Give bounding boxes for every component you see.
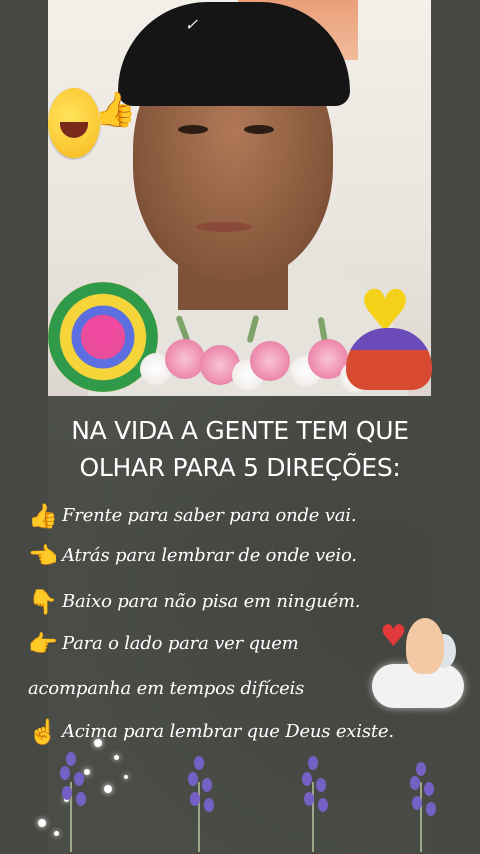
pointing-down-icon: 👇 — [28, 588, 58, 616]
lavender-icon — [48, 752, 94, 852]
post-heading: NA VIDA A GENTE TEM QUE OLHAR PARA 5 DIR… — [20, 412, 460, 486]
cupid-sticker-icon: ♥ — [372, 612, 464, 712]
heading-line-1: NA VIDA A GENTE TEM QUE — [71, 416, 409, 445]
lavender-icon — [398, 752, 444, 852]
item-text: Para o lado para ver quem — [62, 633, 299, 654]
left-eye — [178, 125, 208, 134]
heading-line-2: OLHAR PARA 5 DIREÇÕES: — [79, 453, 401, 482]
mouth — [196, 222, 252, 232]
pointing-left-icon: 👈 — [28, 542, 58, 570]
item-text: Baixo para não pisa em ninguém. — [62, 591, 361, 612]
pointing-right-icon: 👉 — [28, 630, 58, 658]
item-continuation: acompanha em tempos difíceis — [28, 678, 305, 699]
thumbs-up-icon: 👍 — [28, 502, 58, 530]
lavender-icon — [176, 752, 222, 852]
swoosh-logo-icon: ✓ — [183, 15, 203, 34]
lavender-icon — [290, 752, 336, 852]
list-item: 👇 Baixo para não pisa em ninguém. — [28, 588, 361, 616]
list-item: 👉 Para o lado para ver quem — [28, 630, 299, 658]
right-eye — [244, 125, 274, 134]
item-text: Atrás para lembrar de onde veio. — [62, 545, 357, 566]
item-text: Frente para saber para onde vai. — [62, 505, 357, 526]
laughing-emoji-icon — [48, 88, 100, 158]
thumbs-up-sticker-icon: 👍 — [94, 90, 137, 130]
list-item: 👍 Frente para saber para onde vai. — [28, 502, 357, 530]
list-item: 👈 Atrás para lembrar de onde veio. — [28, 542, 357, 570]
heart-icon: ♥ — [83, 310, 123, 361]
